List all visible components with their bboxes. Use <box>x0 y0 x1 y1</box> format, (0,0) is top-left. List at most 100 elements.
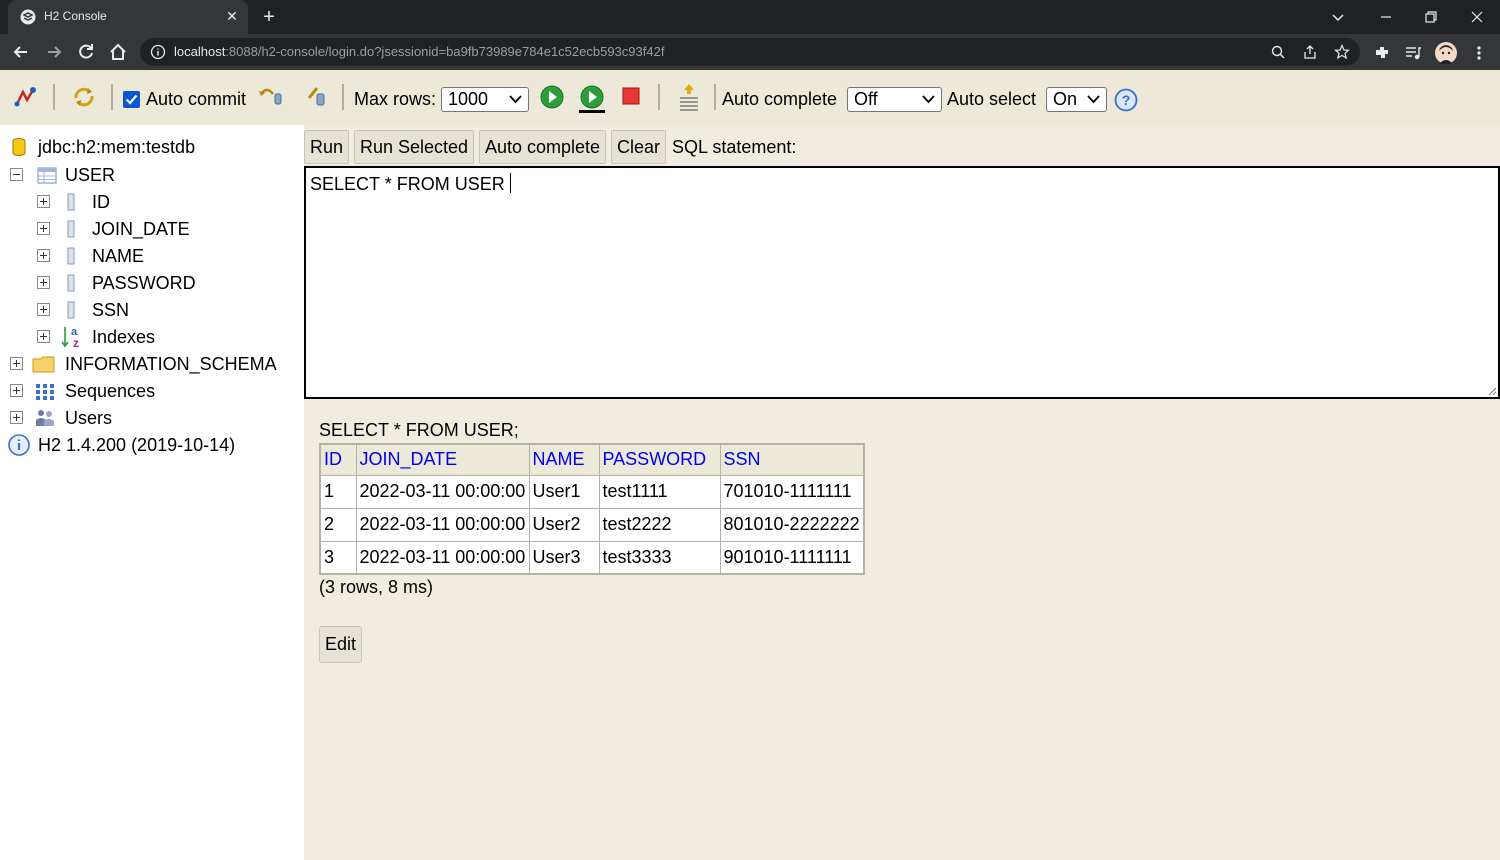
auto-select-value: On <box>1053 89 1078 109</box>
max-rows-value: 1000 <box>448 89 489 109</box>
main-panel: Run Run Selected Auto complete Clear SQL… <box>304 125 1500 860</box>
site-info-icon[interactable] <box>150 44 166 60</box>
sequences-label: Sequences <box>65 381 156 401</box>
auto-complete-select[interactable]: Off <box>847 87 942 112</box>
refresh-icon[interactable] <box>71 84 97 110</box>
sql-text: SELECT * FROM USER <box>310 174 505 194</box>
expand-icon[interactable] <box>37 195 50 208</box>
expand-icon[interactable] <box>37 249 50 262</box>
run-selected-button[interactable]: Run Selected <box>354 130 474 164</box>
column-label: SSN <box>92 300 130 320</box>
rollback-icon[interactable] <box>257 84 283 110</box>
column-header-name[interactable]: NAME <box>528 443 600 476</box>
auto-complete-button[interactable]: Auto complete <box>479 130 606 164</box>
disconnect-icon[interactable] <box>13 84 39 110</box>
run-icon[interactable] <box>539 84 565 110</box>
help-icon[interactable]: ? <box>1114 88 1138 112</box>
column-label: PASSWORD <box>92 273 196 293</box>
table-cell: 2022-03-11 00:00:00 <box>355 474 530 509</box>
omnibox[interactable]: localhost:8088/h2-console/login.do?jsess… <box>140 38 1360 66</box>
column-icon <box>67 193 75 211</box>
table-cell: 3 <box>319 540 357 575</box>
info-icon <box>8 434 30 456</box>
toolbar-separator <box>342 84 344 110</box>
expand-icon[interactable] <box>37 222 50 235</box>
chrome-menu-icon[interactable] <box>1470 44 1488 62</box>
expand-icon[interactable] <box>37 303 50 316</box>
back-icon[interactable] <box>10 41 32 63</box>
new-tab-icon[interactable]: + <box>258 6 280 28</box>
index-icon: a z <box>61 326 79 349</box>
close-window-icon[interactable] <box>1466 6 1488 28</box>
table-header-row: ID JOIN_DATE NAME PASSWORD SSN <box>319 443 865 476</box>
table-row: 1 2022-03-11 00:00:00 User1 test1111 701… <box>319 474 865 509</box>
table-cell: User3 <box>528 540 600 575</box>
table-cell: 801010-2222222 <box>719 507 865 542</box>
table-cell: User1 <box>528 474 600 509</box>
column-header-id[interactable]: ID <box>319 443 357 476</box>
database-icon <box>12 138 26 156</box>
chevron-down-icon <box>509 95 522 104</box>
table-cell: test1111 <box>598 474 721 509</box>
restore-icon[interactable] <box>1420 6 1442 28</box>
reload-icon[interactable] <box>75 41 97 63</box>
column-header-ssn[interactable]: SSN <box>719 443 865 476</box>
column-label: ID <box>92 192 110 212</box>
svg-text:z: z <box>73 336 79 349</box>
version-label: H2 1.4.200 (2019-10-14) <box>38 435 236 455</box>
expand-icon[interactable] <box>10 384 23 397</box>
toolbar-separator <box>111 84 113 110</box>
table-cell: 1 <box>319 474 357 509</box>
media-control-icon[interactable] <box>1404 44 1422 62</box>
zoom-icon[interactable] <box>1270 44 1286 60</box>
stop-icon[interactable] <box>619 84 645 110</box>
commit-icon[interactable] <box>303 84 329 110</box>
column-icon <box>67 247 75 265</box>
resize-handle-icon[interactable] <box>1487 386 1497 396</box>
table-row: 3 2022-03-11 00:00:00 User3 test3333 901… <box>319 540 865 575</box>
history-icon[interactable] <box>676 82 702 112</box>
max-rows-select[interactable]: 1000 <box>441 87 529 112</box>
indexes-label: Indexes <box>92 327 156 347</box>
column-header-join-date[interactable]: JOIN_DATE <box>355 443 530 476</box>
column-label: JOIN_DATE <box>92 219 190 239</box>
expand-icon[interactable] <box>37 276 50 289</box>
table-label: USER <box>65 165 116 185</box>
max-rows-label: Max rows: <box>354 89 437 109</box>
result-statement: SELECT * FROM USER; <box>319 420 519 440</box>
table-cell: 2022-03-11 00:00:00 <box>355 540 530 575</box>
svg-text:?: ? <box>1122 92 1131 108</box>
url-text[interactable]: localhost:8088/h2-console/login.do?jsess… <box>174 44 664 59</box>
browser-tab[interactable]: H2 Console ✕ <box>8 0 248 34</box>
tab-search-icon[interactable] <box>1327 6 1349 28</box>
toolbar-separator <box>658 84 660 110</box>
table-icon <box>37 167 57 184</box>
chevron-down-icon <box>1087 95 1100 104</box>
run-button[interactable]: Run <box>304 130 349 164</box>
sql-editor[interactable]: SELECT * FROM USER <box>304 166 1500 399</box>
auto-commit-label[interactable]: Auto commit <box>146 89 246 110</box>
run-selected-icon[interactable] <box>578 84 606 114</box>
share-icon[interactable] <box>1302 44 1318 60</box>
collapse-icon[interactable] <box>10 168 23 181</box>
minimize-icon[interactable] <box>1375 6 1397 28</box>
auto-select-select[interactable]: On <box>1046 87 1107 112</box>
table-row: 2 2022-03-11 00:00:00 User2 test2222 801… <box>319 507 865 542</box>
schema-label: INFORMATION_SCHEMA <box>65 354 277 374</box>
toolbar-separator <box>53 84 55 110</box>
clear-button[interactable]: Clear <box>611 130 666 164</box>
auto-commit-checkbox[interactable] <box>123 91 140 108</box>
column-header-password[interactable]: PASSWORD <box>598 443 721 476</box>
expand-icon[interactable] <box>37 330 50 343</box>
home-icon[interactable] <box>107 41 129 63</box>
column-icon <box>67 301 75 319</box>
extensions-icon[interactable] <box>1373 44 1391 62</box>
text-cursor <box>509 173 511 193</box>
tab-close-icon[interactable]: ✕ <box>224 8 240 24</box>
edit-button[interactable]: Edit <box>319 626 362 663</box>
bookmark-star-icon[interactable] <box>1334 44 1350 60</box>
forward-icon[interactable] <box>43 41 65 63</box>
expand-icon[interactable] <box>10 357 23 370</box>
avatar[interactable] <box>1435 42 1457 64</box>
expand-icon[interactable] <box>10 411 23 424</box>
